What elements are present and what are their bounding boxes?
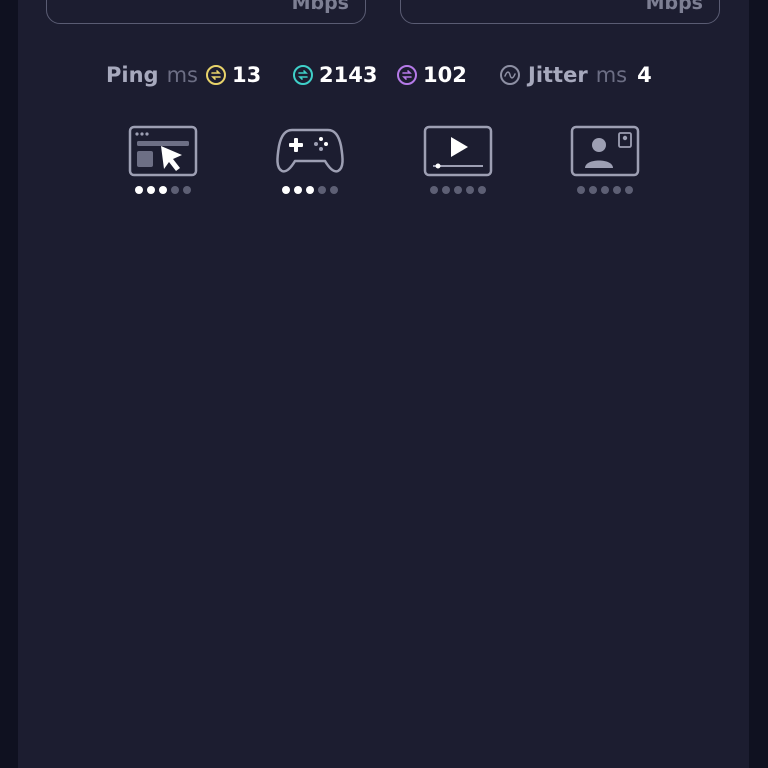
upload-latency-value: 102 [423,63,467,87]
category-web-browsing[interactable] [128,124,198,204]
download-latency-value: 2143 [319,63,378,87]
rating-dot-empty [330,186,338,194]
idle-latency-value: 13 [231,63,262,87]
rating-dot-filled [135,186,143,194]
rating-dot-empty [577,186,585,194]
ping-unit: ms [166,63,198,87]
rating-dot-empty [183,186,191,194]
download-latency-icon [293,65,313,85]
ping-label: Ping [106,63,159,87]
rating-dot-empty [466,186,474,194]
rating-dots [570,186,640,194]
rating-dot-filled [306,186,314,194]
rating-dots [423,186,493,194]
rating-dots [275,186,345,194]
rating-dot-empty [625,186,633,194]
results-panel: Mbps Mbps Ping ms 13 2143 102 Jitter ms … [18,0,749,768]
usage-categories [18,124,749,204]
jitter-metric: Jitter ms 4 [500,58,652,92]
download-unit: Mbps [291,0,349,14]
category-video-call[interactable] [570,124,640,204]
rating-dot-filled [294,186,302,194]
upload-speed-box: Mbps [400,0,720,24]
upload-latency-metric: 102 [397,58,467,92]
rating-dot-empty [478,186,486,194]
jitter-icon [500,65,520,85]
web-browsing-icon [128,125,198,177]
download-speed-box: Mbps [46,0,366,24]
rating-dot-empty [589,186,597,194]
video-streaming-icon [423,125,493,177]
ping-metric: Ping ms 13 [106,58,261,92]
rating-dot-filled [147,186,155,194]
rating-dot-empty [442,186,450,194]
rating-dot-empty [318,186,326,194]
rating-dot-empty [171,186,179,194]
upload-latency-icon [397,65,417,85]
rating-dot-empty [613,186,621,194]
rating-dots [128,186,198,194]
rating-dot-empty [430,186,438,194]
latency-metrics: Ping ms 13 2143 102 Jitter ms 4 [18,58,749,92]
gamepad-icon [276,128,344,173]
category-video-streaming[interactable] [423,124,493,204]
video-call-icon [570,125,640,177]
rating-dot-filled [159,186,167,194]
download-latency-metric: 2143 [293,58,377,92]
category-gaming[interactable] [275,124,345,204]
upload-unit: Mbps [645,0,703,14]
rating-dot-empty [454,186,462,194]
jitter-label: Jitter [528,63,588,87]
idle-latency-icon [205,65,226,85]
jitter-unit: ms [595,63,628,87]
jitter-value: 4 [637,63,652,87]
rating-dot-filled [282,186,290,194]
rating-dot-empty [601,186,609,194]
